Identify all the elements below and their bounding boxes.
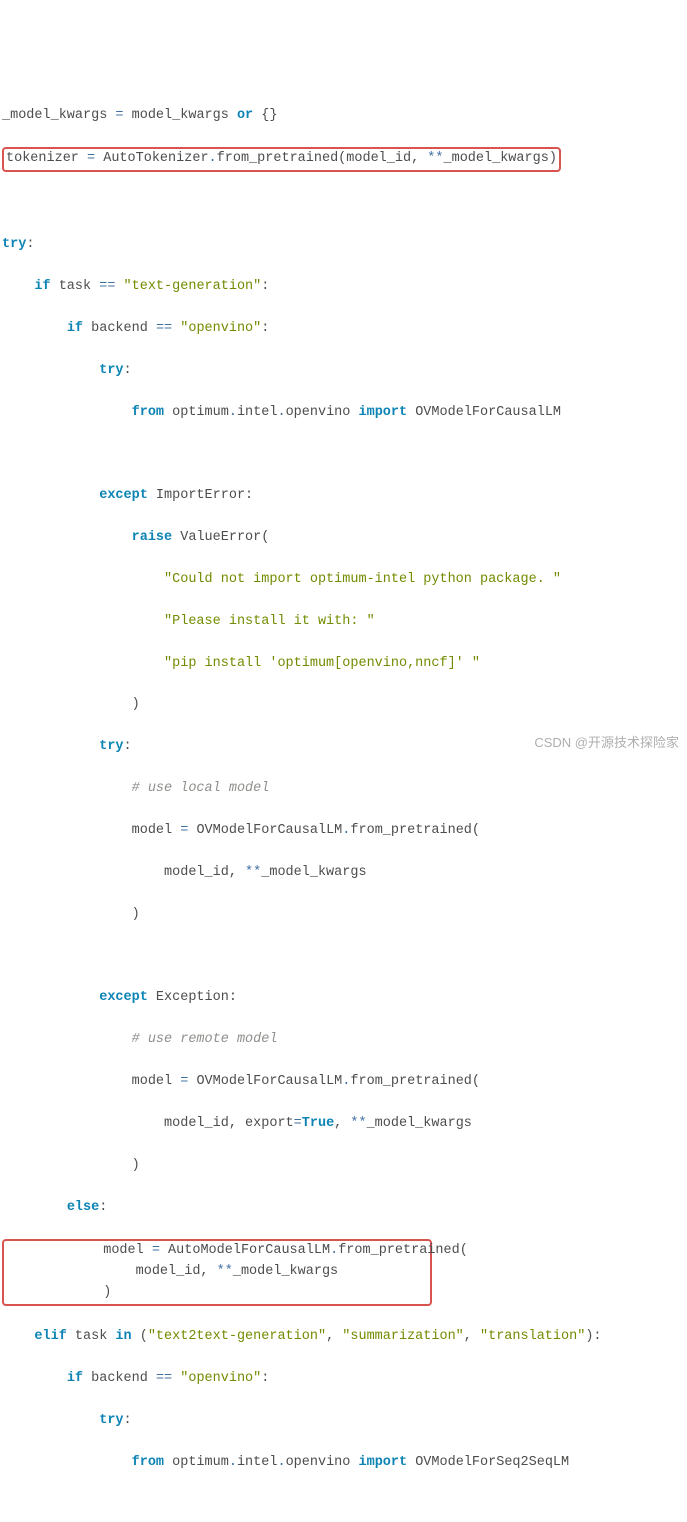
code-line: if backend == "openvino": <box>2 1369 685 1390</box>
code-line: try: <box>2 235 685 256</box>
code-line <box>2 193 685 214</box>
code-line: "Please install it with: " <box>2 612 685 633</box>
code-line: from optimum.intel.openvino import OVMod… <box>2 1453 685 1474</box>
code-line-highlighted: model = AutoModelForCausalLM.from_pretra… <box>2 1239 685 1306</box>
code-line: if backend == "openvino": <box>2 319 685 340</box>
code-block: _model_kwargs = model_kwargs or {} token… <box>2 85 685 1495</box>
code-line-highlighted: tokenizer = AutoTokenizer.from_pretraine… <box>2 147 685 172</box>
code-line: "Could not import optimum-intel python p… <box>2 570 685 591</box>
code-line: raise ValueError( <box>2 528 685 549</box>
code-line <box>2 444 685 465</box>
code-line: model_id, **_model_kwargs <box>2 863 685 884</box>
code-line: try: <box>2 1411 685 1432</box>
code-line: model = OVModelForCausalLM.from_pretrain… <box>2 821 685 842</box>
code-line: ) <box>2 695 685 716</box>
code-line: ) <box>2 905 685 926</box>
watermark: CSDN @开源技术探险家 <box>534 733 679 753</box>
code-line: except Exception: <box>2 988 685 1009</box>
highlight-box: tokenizer = AutoTokenizer.from_pretraine… <box>2 147 561 172</box>
code-line: "pip install 'optimum[openvino,nncf]' " <box>2 654 685 675</box>
code-line: model = OVModelForCausalLM.from_pretrain… <box>2 1072 685 1093</box>
code-line: model_id, export=True, **_model_kwargs <box>2 1114 685 1135</box>
code-line: try: <box>2 361 685 382</box>
code-line: ) <box>2 1156 685 1177</box>
code-line: else: <box>2 1198 685 1219</box>
code-line: from optimum.intel.openvino import OVMod… <box>2 403 685 424</box>
code-line: _model_kwargs = model_kwargs or {} <box>2 106 685 127</box>
highlight-box: model = AutoModelForCausalLM.from_pretra… <box>2 1239 432 1306</box>
code-line: if task == "text-generation": <box>2 277 685 298</box>
code-line: # use remote model <box>2 1030 685 1051</box>
code-line: # use local model <box>2 779 685 800</box>
code-line <box>2 946 685 967</box>
code-line: except ImportError: <box>2 486 685 507</box>
code-line: elif task in ("text2text-generation", "s… <box>2 1327 685 1348</box>
